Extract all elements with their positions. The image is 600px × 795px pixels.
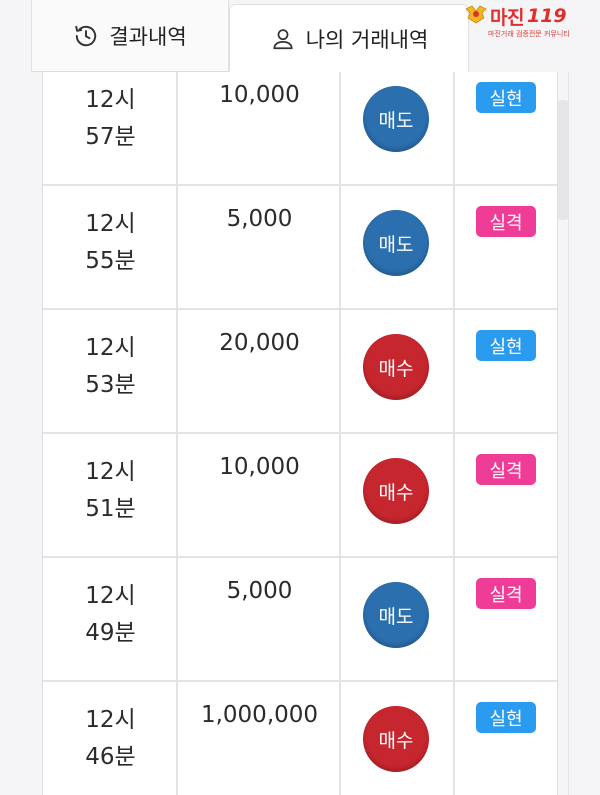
result-badge: 실현 (476, 702, 536, 733)
trade-amount: 10,000 (219, 82, 300, 108)
tab-results-label: 결과내역 (109, 24, 187, 49)
amount-cell: 5,000 (178, 186, 341, 308)
trade-hour: 12시 (85, 459, 136, 485)
type-cell: 매도 (341, 186, 455, 308)
trade-amount: 10,000 (219, 454, 300, 480)
type-cell: 매수 (341, 310, 455, 432)
trade-amount: 1,000,000 (200, 702, 319, 728)
trade-type-badge: 매도 (363, 582, 429, 648)
trade-minute: 49분 (85, 620, 136, 646)
trade-rows: 12시 57분 10,000 매도 실현 12시 55분 5,000 매도 실격 (43, 72, 557, 795)
amount-cell: 5,000 (178, 558, 341, 680)
time-cell: 12시 55분 (43, 186, 178, 308)
trade-time: 12시 55분 (43, 206, 178, 280)
trade-type-badge: 매도 (363, 210, 429, 276)
trade-amount: 20,000 (219, 330, 300, 356)
user-icon (270, 26, 296, 52)
scrollbar[interactable] (558, 100, 568, 220)
result-cell: 실현 (455, 72, 557, 184)
table-row: 12시 53분 20,000 매수 실현 (43, 310, 557, 434)
time-cell: 12시 46분 (43, 682, 178, 795)
table-row: 12시 49분 5,000 매도 실격 (43, 558, 557, 682)
trade-type-badge: 매수 (363, 334, 429, 400)
tab-my-trades-label: 나의 거래내역 (305, 27, 429, 52)
trade-type-badge: 매수 (363, 706, 429, 772)
trade-amount: 5,000 (226, 206, 293, 232)
history-icon (73, 23, 99, 49)
result-badge: 실격 (476, 454, 536, 485)
table-row: 12시 57분 10,000 매도 실현 (43, 72, 557, 186)
divider (568, 72, 569, 795)
trade-type-badge: 매수 (363, 458, 429, 524)
trade-minute: 51분 (85, 496, 136, 522)
time-cell: 12시 49분 (43, 558, 178, 680)
trade-time: 12시 53분 (43, 330, 178, 404)
type-cell: 매수 (341, 682, 455, 795)
result-badge: 실격 (476, 206, 536, 237)
time-cell: 12시 53분 (43, 310, 178, 432)
time-cell: 12시 57분 (43, 72, 178, 184)
trade-hour: 12시 (85, 707, 136, 733)
trade-time: 12시 49분 (43, 578, 178, 652)
type-cell: 매도 (341, 558, 455, 680)
logo-number: 119 (526, 5, 567, 27)
result-cell: 실격 (455, 558, 557, 680)
logo-text: 마진 (490, 6, 524, 29)
amount-cell: 10,000 (178, 434, 341, 556)
result-cell: 실격 (455, 186, 557, 308)
table-row: 12시 55분 5,000 매도 실격 (43, 186, 557, 310)
result-badge: 실현 (476, 330, 536, 361)
trade-minute: 53분 (85, 372, 136, 398)
trade-time: 12시 57분 (43, 82, 178, 156)
tab-my-trades[interactable]: 나의 거래내역 (229, 4, 469, 72)
table-row: 12시 51분 10,000 매수 실격 (43, 434, 557, 558)
trade-time: 12시 51분 (43, 454, 178, 528)
table-row: 12시 46분 1,000,000 매수 실현 (43, 682, 557, 795)
tab-results[interactable]: 결과내역 (31, 0, 229, 72)
trade-hour: 12시 (85, 211, 136, 237)
amount-cell: 1,000,000 (178, 682, 341, 795)
trade-hour: 12시 (85, 87, 136, 113)
type-cell: 매수 (341, 434, 455, 556)
trade-amount: 5,000 (226, 578, 293, 604)
trade-minute: 55분 (85, 248, 136, 274)
amount-cell: 10,000 (178, 72, 341, 184)
result-badge: 실현 (476, 82, 536, 113)
emblem-icon (464, 3, 488, 29)
trade-history-table: 12시 57분 10,000 매도 실현 12시 55분 5,000 매도 실격 (42, 72, 558, 795)
site-logo: 마진 119 마진거래 검증전문 커뮤니티 (464, 3, 598, 41)
type-cell: 매도 (341, 72, 455, 184)
result-cell: 실현 (455, 682, 557, 795)
result-cell: 실현 (455, 310, 557, 432)
logo-subtitle: 마진거래 검증전문 커뮤니티 (488, 30, 570, 38)
result-badge: 실격 (476, 578, 536, 609)
trade-minute: 46분 (85, 744, 136, 770)
trade-hour: 12시 (85, 583, 136, 609)
trade-hour: 12시 (85, 335, 136, 361)
trade-minute: 57분 (85, 124, 136, 150)
app-frame: 결과내역 나의 거래내역 마진 119 마진거래 검증전문 커뮤니티 12시 5… (0, 0, 600, 795)
trade-time: 12시 46분 (43, 702, 178, 776)
result-cell: 실격 (455, 434, 557, 556)
amount-cell: 20,000 (178, 310, 341, 432)
trade-type-badge: 매도 (363, 86, 429, 152)
time-cell: 12시 51분 (43, 434, 178, 556)
